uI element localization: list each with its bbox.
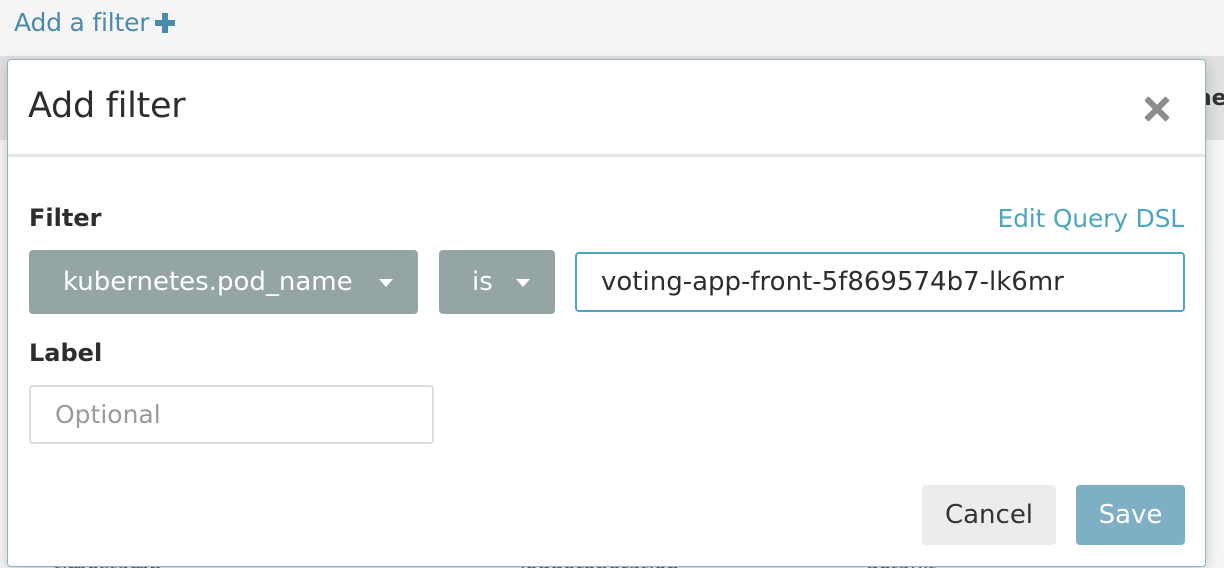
label-input[interactable] xyxy=(29,385,434,444)
add-filter-link[interactable]: Add a filter xyxy=(14,8,176,37)
label-section-label: Label xyxy=(29,339,103,367)
add-filter-modal: Add filter Filter Edit Query DSL kuberne… xyxy=(7,59,1206,567)
close-icon xyxy=(1142,94,1172,124)
field-select-value: kubernetes.pod_name xyxy=(63,267,353,297)
modal-title: Add filter xyxy=(28,86,186,126)
field-select[interactable]: kubernetes.pod_name xyxy=(29,250,418,314)
save-button[interactable]: Save xyxy=(1076,485,1185,545)
plus-icon xyxy=(155,12,176,33)
modal-header: Add filter xyxy=(8,60,1205,157)
caret-down-icon xyxy=(516,279,530,287)
operator-select-value: is xyxy=(472,267,493,297)
filter-value-input[interactable] xyxy=(575,252,1185,312)
add-filter-label: Add a filter xyxy=(14,8,150,37)
caret-down-icon xyxy=(379,279,393,287)
close-button[interactable] xyxy=(1142,94,1172,124)
edit-query-dsl-link[interactable]: Edit Query DSL xyxy=(997,204,1184,233)
filter-section-label: Filter xyxy=(29,204,102,232)
cancel-button[interactable]: Cancel xyxy=(922,485,1056,545)
operator-select[interactable]: is xyxy=(439,250,555,314)
